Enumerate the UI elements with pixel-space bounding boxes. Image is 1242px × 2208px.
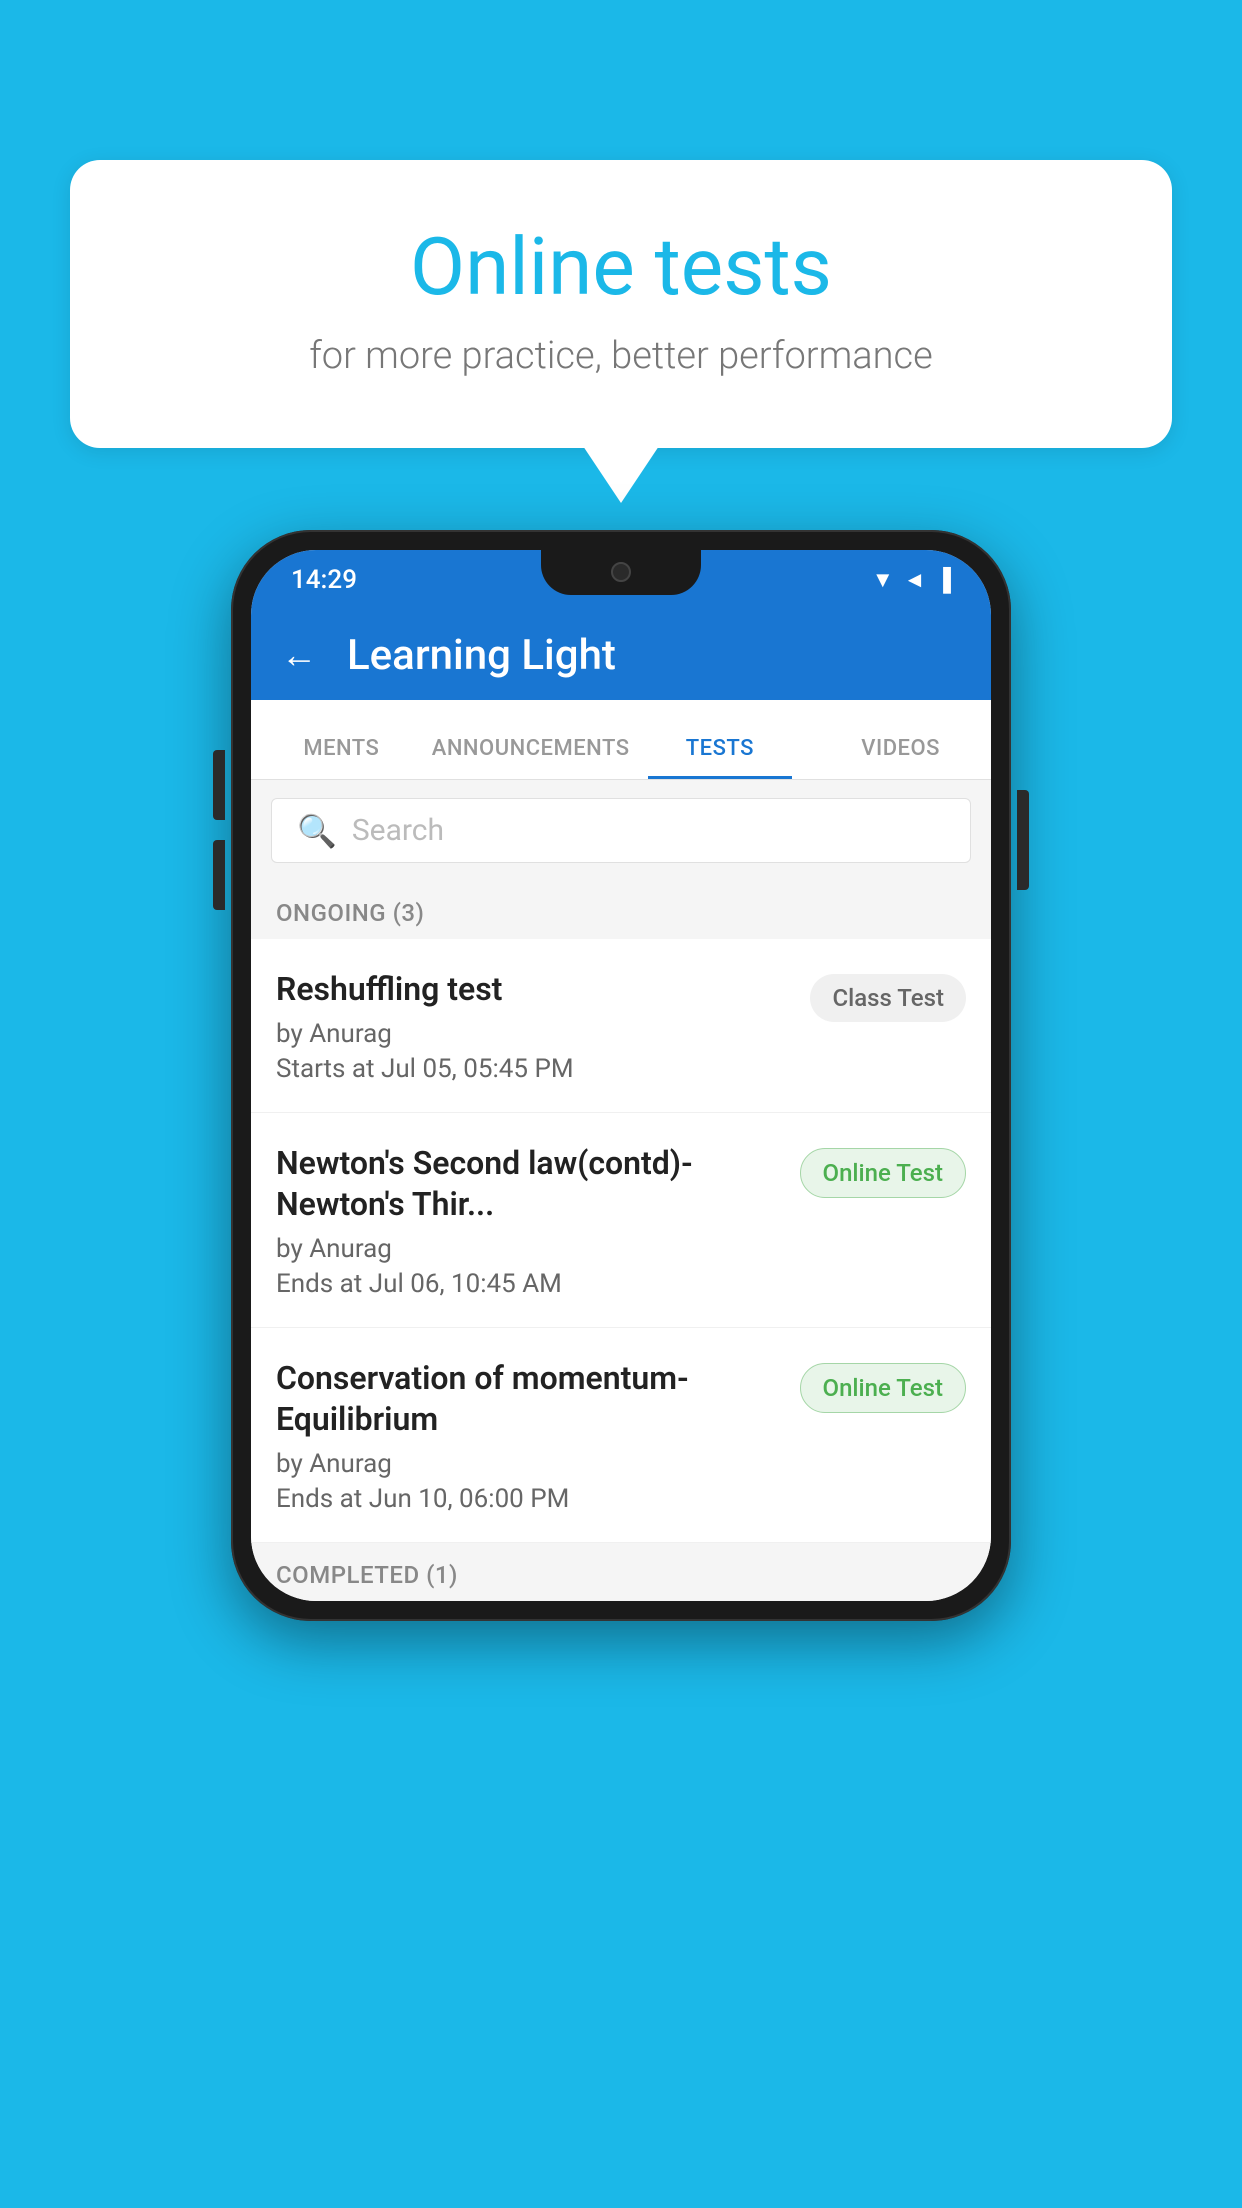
tabs-bar: MENTS ANNOUNCEMENTS TESTS VIDEOS [251,700,991,780]
test-name: Newton's Second law(contd)-Newton's Thir… [276,1143,780,1226]
app-header: ← Learning Light [251,610,991,700]
tab-tests[interactable]: TESTS [630,736,811,779]
test-item[interactable]: Reshuffling test by Anurag Starts at Jul… [251,939,991,1113]
status-bar: 14:29 ▼ ◄ ▐ [251,550,991,610]
phone-mockup: 14:29 ▼ ◄ ▐ ← Learning Light MENTS [231,530,1011,1621]
battery-icon: ▐ [935,567,951,593]
speech-bubble-container: Online tests for more practice, better p… [70,160,1172,448]
test-author: by Anurag [276,1234,780,1264]
wifi-icon: ▼ [872,567,894,593]
tab-videos[interactable]: VIDEOS [810,736,991,779]
test-badge: Online Test [800,1363,966,1413]
test-info: Newton's Second law(contd)-Newton's Thir… [276,1143,800,1299]
camera-icon [611,562,631,582]
notch [541,550,701,595]
back-button[interactable]: ← [281,634,317,676]
test-info: Reshuffling test by Anurag Starts at Jul… [276,969,810,1084]
search-input[interactable]: Search [352,813,444,848]
search-bar[interactable]: 🔍 Search [271,798,971,863]
test-badge: Online Test [800,1148,966,1198]
volume-down-button [213,840,225,910]
test-list: Reshuffling test by Anurag Starts at Jul… [251,939,991,1543]
search-container: 🔍 Search [251,780,991,881]
test-date: Ends at Jul 06, 10:45 AM [276,1269,780,1299]
bubble-title: Online tests [150,220,1092,314]
test-name: Reshuffling test [276,969,790,1011]
test-item[interactable]: Conservation of momentum-Equilibrium by … [251,1328,991,1543]
tab-announcements[interactable]: ANNOUNCEMENTS [432,736,630,779]
tab-assignments[interactable]: MENTS [251,736,432,779]
signal-icon: ◄ [904,567,926,593]
test-date: Starts at Jul 05, 05:45 PM [276,1054,790,1084]
power-button [1017,790,1029,890]
status-time: 14:29 [291,565,357,595]
volume-up-button [213,750,225,820]
test-author: by Anurag [276,1019,790,1049]
test-name: Conservation of momentum-Equilibrium [276,1358,780,1441]
test-info: Conservation of momentum-Equilibrium by … [276,1358,800,1514]
bubble-subtitle: for more practice, better performance [150,334,1092,378]
test-item[interactable]: Newton's Second law(contd)-Newton's Thir… [251,1113,991,1328]
status-icons: ▼ ◄ ▐ [872,567,951,593]
search-icon: 🔍 [297,812,337,850]
phone-screen: 14:29 ▼ ◄ ▐ ← Learning Light MENTS [251,550,991,1601]
app-title: Learning Light [347,631,616,680]
test-date: Ends at Jun 10, 06:00 PM [276,1484,780,1514]
speech-bubble: Online tests for more practice, better p… [70,160,1172,448]
test-badge: Class Test [810,974,966,1022]
test-author: by Anurag [276,1449,780,1479]
ongoing-section-label: ONGOING (3) [251,881,991,939]
phone-frame: 14:29 ▼ ◄ ▐ ← Learning Light MENTS [231,530,1011,1621]
completed-section-label: COMPLETED (1) [251,1543,991,1601]
